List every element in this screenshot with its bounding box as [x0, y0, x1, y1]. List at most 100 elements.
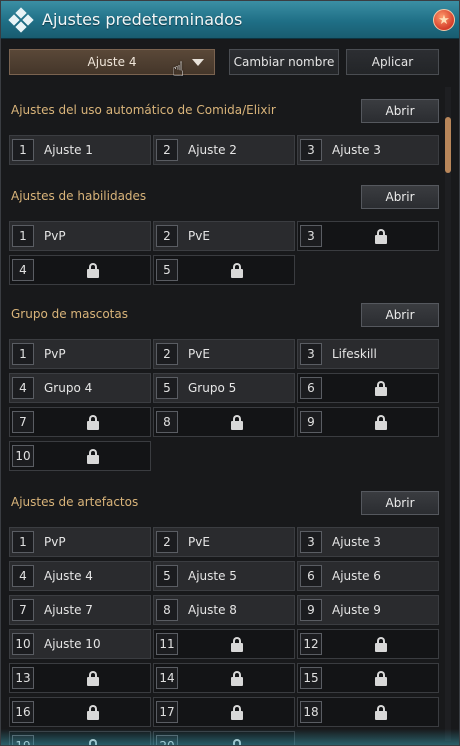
preset-slot[interactable]: 7	[9, 407, 151, 437]
lock-icon	[86, 671, 100, 686]
lock-icon	[374, 381, 388, 396]
lock-icon	[230, 671, 244, 686]
preset-slot[interactable]: 15	[297, 663, 439, 693]
preset-slot[interactable]: 2 Ajuste 2	[153, 135, 295, 165]
title-bar[interactable]: Ajustes predeterminados ★	[1, 1, 459, 39]
preset-slot[interactable]: 9 Ajuste 9	[297, 595, 439, 625]
preset-slot[interactable]: 8 Ajuste 8	[153, 595, 295, 625]
slot-number: 2	[156, 343, 178, 365]
slot-number: 4	[12, 377, 34, 399]
slot-number: 16	[12, 701, 34, 723]
lock-icon	[230, 705, 244, 720]
preset-slot[interactable]: 17	[153, 697, 295, 727]
slot-label: Ajuste 7	[44, 603, 93, 617]
open-button[interactable]: Abrir	[361, 185, 439, 209]
preset-slot[interactable]: 3 Ajuste 3	[297, 135, 439, 165]
slot-label: Lifeskill	[332, 347, 377, 361]
scrollbar[interactable]	[445, 87, 451, 741]
preset-slot[interactable]: 6 Ajuste 6	[297, 561, 439, 591]
preset-slot[interactable]: 6	[297, 373, 439, 403]
section-title: Ajustes de artefactos	[11, 495, 139, 509]
apply-button[interactable]: Aplicar	[346, 49, 439, 75]
lock-icon	[374, 671, 388, 686]
preset-slot[interactable]: 3	[297, 221, 439, 251]
section-title: Grupo de mascotas	[11, 307, 128, 321]
lock-icon	[374, 415, 388, 430]
preset-slot[interactable]: 9	[297, 407, 439, 437]
preset-slot[interactable]: 8	[153, 407, 295, 437]
preset-slot[interactable]: 10 Ajuste 10	[9, 629, 151, 659]
slot-number: 5	[156, 377, 178, 399]
preset-slot[interactable]: 5 Ajuste 5	[153, 561, 295, 591]
preset-slot[interactable]: 3 Ajuste 3	[297, 527, 439, 557]
lock-icon	[374, 229, 388, 244]
preset-slot[interactable]: 4 Grupo 4	[9, 373, 151, 403]
preset-slot[interactable]: 13	[9, 663, 151, 693]
slot-label: Ajuste 3	[332, 143, 381, 157]
lock-icon	[86, 415, 100, 430]
slot-label: Ajuste 9	[332, 603, 381, 617]
preset-slot[interactable]: 2 PvE	[153, 339, 295, 369]
open-button[interactable]: Abrir	[361, 491, 439, 515]
open-button[interactable]: Abrir	[361, 303, 439, 327]
lock-icon	[374, 705, 388, 720]
slot-number: 1	[12, 343, 34, 365]
slot-label: PvE	[188, 229, 210, 243]
rename-button[interactable]: Cambiar nombre	[229, 49, 339, 75]
star-icon[interactable]: ★	[433, 9, 455, 31]
slot-number: 1	[12, 139, 34, 161]
preset-slot[interactable]: 1 PvP	[9, 527, 151, 557]
slot-number: 1	[12, 531, 34, 553]
section-title: Ajustes de habilidades	[11, 189, 147, 203]
slot-number: 18	[300, 701, 322, 723]
slot-number: 2	[156, 531, 178, 553]
open-button[interactable]: Abrir	[361, 99, 439, 123]
slot-number: 7	[12, 599, 34, 621]
slot-number: 12	[300, 633, 322, 655]
slot-number: 10	[12, 633, 34, 655]
preset-slot[interactable]: 11	[153, 629, 295, 659]
sections-list: Ajustes del uso automático de Comida/Eli…	[9, 87, 441, 745]
slot-number: 6	[300, 377, 322, 399]
preset-slot[interactable]: 7 Ajuste 7	[9, 595, 151, 625]
preset-slot[interactable]: 10	[9, 441, 151, 471]
preset-slot[interactable]: 2 PvE	[153, 221, 295, 251]
slot-number: 3	[300, 531, 322, 553]
slot-label: Ajuste 10	[44, 637, 101, 651]
lock-icon	[86, 705, 100, 720]
preset-slot[interactable]: 12	[297, 629, 439, 659]
preset-slot[interactable]: 14	[153, 663, 295, 693]
slot-number: 9	[300, 411, 322, 433]
slot-number: 8	[156, 411, 178, 433]
lock-icon	[230, 637, 244, 652]
presets-window: Ajustes predeterminados ★ Ajuste 4 ☝ Cam…	[0, 0, 460, 746]
preset-slot[interactable]: 1 PvP	[9, 339, 151, 369]
preset-slot[interactable]: 1 PvP	[9, 221, 151, 251]
lock-icon	[374, 637, 388, 652]
slot-number: 15	[300, 667, 322, 689]
preset-slot[interactable]: 5 Grupo 5	[153, 373, 295, 403]
slot-label: PvE	[188, 535, 210, 549]
toolbar: Ajuste 4 ☝ Cambiar nombre Aplicar	[9, 49, 453, 81]
slot-number: 3	[300, 343, 322, 365]
preset-slot[interactable]: 3 Lifeskill	[297, 339, 439, 369]
slot-label: PvP	[44, 347, 66, 361]
preset-slot[interactable]: 4	[9, 255, 151, 285]
preset-slot[interactable]: 5	[153, 255, 295, 285]
preset-slot[interactable]: 16	[9, 697, 151, 727]
preset-dropdown-value: Ajuste 4	[87, 55, 137, 69]
scrollbar-thumb[interactable]	[445, 117, 451, 173]
preset-slot[interactable]: 18	[297, 697, 439, 727]
slot-number: 8	[156, 599, 178, 621]
preset-slot[interactable]: 4 Ajuste 4	[9, 561, 151, 591]
preset-slot[interactable]: 2 PvE	[153, 527, 295, 557]
bottom-border-decoration	[1, 729, 459, 745]
window-title: Ajustes predeterminados	[42, 10, 243, 29]
slot-label: PvP	[44, 229, 66, 243]
slot-number: 1	[12, 225, 34, 247]
slot-label: Ajuste 6	[332, 569, 381, 583]
hand-cursor-icon: ☝	[172, 57, 185, 81]
slot-label: Ajuste 3	[332, 535, 381, 549]
section-title: Ajustes del uso automático de Comida/Eli…	[11, 103, 276, 117]
preset-slot[interactable]: 1 Ajuste 1	[9, 135, 151, 165]
